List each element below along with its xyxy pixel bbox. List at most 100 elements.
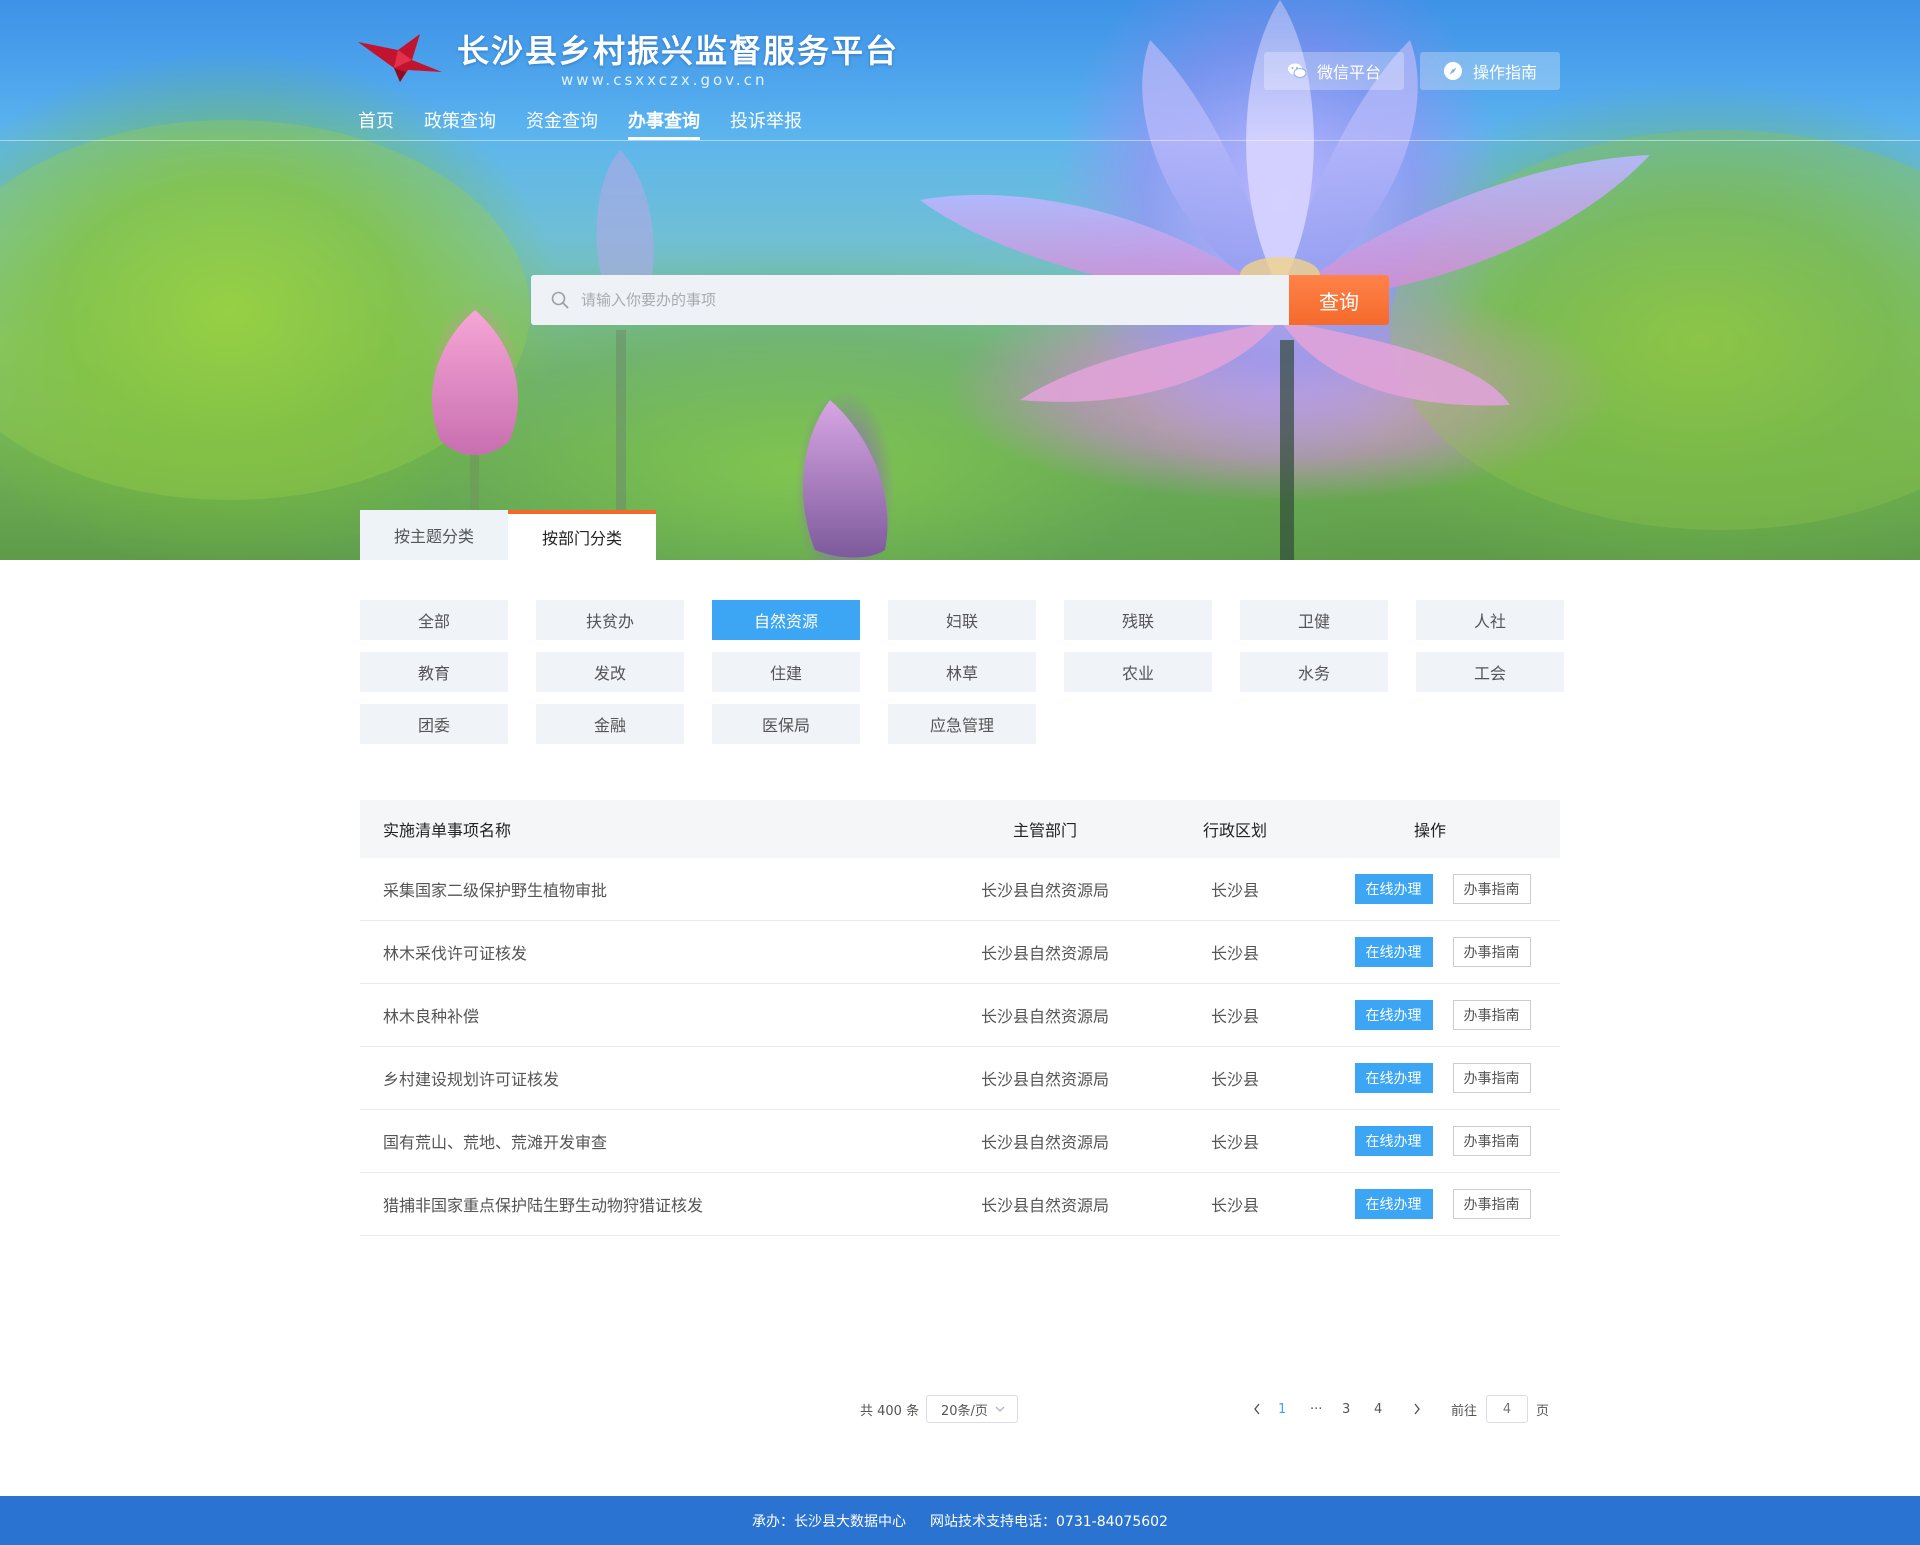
dept-filter-youth-league[interactable]: 团委 — [360, 704, 508, 744]
wechat-platform-button[interactable]: 微信平台 — [1264, 52, 1404, 90]
tab-by-theme[interactable]: 按主题分类 — [360, 510, 508, 560]
hero-top-shade — [0, 0, 1920, 140]
item-name: 采集国家二级保护野生植物审批 — [383, 881, 608, 900]
page-number-1[interactable]: 1 — [1278, 1402, 1302, 1417]
dept-filter-health[interactable]: 卫健 — [1240, 600, 1388, 640]
header-divider — [0, 140, 1920, 141]
department-filter-grid: 全部 扶贫办 自然资源 妇联 残联 卫健 人社 教育 发改 住建 林草 农业 水… — [360, 600, 1566, 744]
page-size-select[interactable]: 20条/页 — [926, 1395, 1018, 1423]
item-region: 长沙县 — [1210, 1007, 1259, 1026]
item-actions: 在线办理 办事指南 — [1300, 937, 1560, 967]
item-name: 猎捕非国家重点保护陆生野生动物狩猎证核发 — [383, 1196, 704, 1215]
item-name: 林木采伐许可证核发 — [383, 944, 528, 963]
dept-filter-disabled-federation[interactable]: 残联 — [1064, 600, 1212, 640]
item-dept: 长沙县自然资源局 — [980, 1070, 1109, 1089]
dept-filter-all[interactable]: 全部 — [360, 600, 508, 640]
item-region: 长沙县 — [1210, 881, 1259, 900]
dept-filter-natural-resources[interactable]: 自然资源 — [712, 600, 860, 640]
next-page-button[interactable] — [1410, 1395, 1424, 1423]
service-guide-button[interactable]: 办事指南 — [1452, 1063, 1531, 1093]
footer-support: 网站技术支持电话：0731-84075602 — [930, 1513, 1168, 1530]
item-dept: 长沙县自然资源局 — [980, 1133, 1109, 1152]
online-apply-button[interactable]: 在线办理 — [1354, 874, 1433, 904]
service-guide-button[interactable]: 办事指南 — [1452, 1000, 1531, 1030]
site-title: 长沙县乡村振兴监督服务平台 — [457, 32, 900, 70]
dept-filter-emergency[interactable]: 应急管理 — [888, 704, 1036, 744]
site-url: www.csxxczx.gov.cn — [561, 71, 768, 89]
table-row: 林木采伐许可证核发 长沙县自然资源局 长沙县 在线办理 办事指南 — [360, 921, 1560, 984]
item-dept: 长沙县自然资源局 — [980, 944, 1109, 963]
chevron-right-icon — [1414, 1403, 1420, 1415]
item-actions: 在线办理 办事指南 — [1300, 874, 1560, 904]
search-bar — [531, 275, 1289, 325]
dept-filter-poverty-office[interactable]: 扶贫办 — [536, 600, 684, 640]
item-name: 国有荒山、荒地、荒滩开发审查 — [383, 1133, 608, 1152]
col-header-region: 行政区划 — [1202, 821, 1267, 840]
table-row: 猎捕非国家重点保护陆生野生动物狩猎证核发 长沙县自然资源局 长沙县 在线办理 办… — [360, 1173, 1560, 1236]
dept-filter-womens-federation[interactable]: 妇联 — [888, 600, 1036, 640]
nav-home[interactable]: 首页 — [358, 108, 394, 140]
nav-complaint[interactable]: 投诉举报 — [730, 108, 802, 140]
item-dept: 长沙县自然资源局 — [980, 1196, 1109, 1215]
tab-by-department[interactable]: 按部门分类 — [508, 510, 656, 560]
item-actions: 在线办理 办事指南 — [1300, 1189, 1560, 1219]
dept-filter-development-reform[interactable]: 发改 — [536, 652, 684, 692]
item-region: 长沙县 — [1210, 1196, 1259, 1215]
dept-filter-human-resources[interactable]: 人社 — [1416, 600, 1564, 640]
item-dept: 长沙县自然资源局 — [980, 881, 1109, 900]
main-nav: 首页 政策查询 资金查询 办事查询 投诉举报 — [358, 108, 832, 140]
page-ellipsis[interactable]: ··· — [1310, 1402, 1334, 1417]
col-header-ops: 操作 — [1413, 821, 1446, 840]
item-name: 林木良种补偿 — [383, 1007, 480, 1026]
operation-guide-label: 操作指南 — [1472, 63, 1537, 82]
prev-page-button[interactable] — [1250, 1395, 1264, 1423]
table-row: 林木良种补偿 长沙县自然资源局 长沙县 在线办理 办事指南 — [360, 984, 1560, 1047]
compass-icon — [1443, 61, 1463, 81]
item-actions: 在线办理 办事指南 — [1300, 1126, 1560, 1156]
goto-page-input[interactable] — [1486, 1395, 1528, 1423]
online-apply-button[interactable]: 在线办理 — [1354, 1063, 1433, 1093]
online-apply-button[interactable]: 在线办理 — [1354, 1189, 1433, 1219]
page-number-4[interactable]: 4 — [1374, 1402, 1398, 1417]
item-name: 乡村建设规划许可证核发 — [383, 1070, 560, 1089]
wechat-icon — [1287, 61, 1307, 81]
star-logo-icon — [358, 34, 442, 82]
service-guide-button[interactable]: 办事指南 — [1452, 1189, 1531, 1219]
affairs-table: 实施清单事项名称 主管部门 行政区划 操作 采集国家二级保护野生植物审批 长沙县… — [360, 800, 1560, 1236]
search-input[interactable] — [581, 291, 1261, 309]
table-row: 国有荒山、荒地、荒滩开发审查 长沙县自然资源局 长沙县 在线办理 办事指南 — [360, 1110, 1560, 1173]
pagination-total: 共 400 条 — [860, 1403, 920, 1419]
service-guide-button[interactable]: 办事指南 — [1452, 1126, 1531, 1156]
search-icon — [551, 291, 569, 309]
hero-banner: 长沙县乡村振兴监督服务平台 www.csxxczx.gov.cn 首页 政策查询… — [0, 0, 1920, 560]
goto-unit: 页 — [1536, 1403, 1550, 1419]
goto-label: 前往 — [1451, 1403, 1478, 1419]
item-region: 长沙县 — [1210, 1133, 1259, 1152]
online-apply-button[interactable]: 在线办理 — [1354, 937, 1433, 967]
wechat-platform-label: 微信平台 — [1316, 63, 1381, 82]
table-header: 实施清单事项名称 主管部门 行政区划 操作 — [360, 800, 1560, 858]
service-guide-button[interactable]: 办事指南 — [1452, 937, 1531, 967]
item-region: 长沙县 — [1210, 944, 1259, 963]
dept-filter-water[interactable]: 水务 — [1240, 652, 1388, 692]
footer: 承办：长沙县大数据中心 网站技术支持电话：0731-84075602 — [0, 1496, 1920, 1545]
dept-filter-trade-union[interactable]: 工会 — [1416, 652, 1564, 692]
page-number-3[interactable]: 3 — [1342, 1402, 1366, 1417]
table-row: 乡村建设规划许可证核发 长沙县自然资源局 长沙县 在线办理 办事指南 — [360, 1047, 1560, 1110]
service-guide-button[interactable]: 办事指南 — [1452, 874, 1531, 904]
dept-filter-medical-insurance[interactable]: 医保局 — [712, 704, 860, 744]
chevron-down-icon — [995, 1405, 1005, 1413]
search-button[interactable]: 查询 — [1289, 275, 1389, 325]
item-dept: 长沙县自然资源局 — [980, 1007, 1109, 1026]
dept-filter-housing[interactable]: 住建 — [712, 652, 860, 692]
online-apply-button[interactable]: 在线办理 — [1354, 1000, 1433, 1030]
nav-fund-query[interactable]: 资金查询 — [526, 108, 598, 140]
nav-affairs-query[interactable]: 办事查询 — [628, 108, 700, 140]
dept-filter-education[interactable]: 教育 — [360, 652, 508, 692]
dept-filter-finance[interactable]: 金融 — [536, 704, 684, 744]
nav-policy-query[interactable]: 政策查询 — [424, 108, 496, 140]
dept-filter-forestry[interactable]: 林草 — [888, 652, 1036, 692]
online-apply-button[interactable]: 在线办理 — [1354, 1126, 1433, 1156]
operation-guide-button[interactable]: 操作指南 — [1420, 52, 1560, 90]
dept-filter-agriculture[interactable]: 农业 — [1064, 652, 1212, 692]
